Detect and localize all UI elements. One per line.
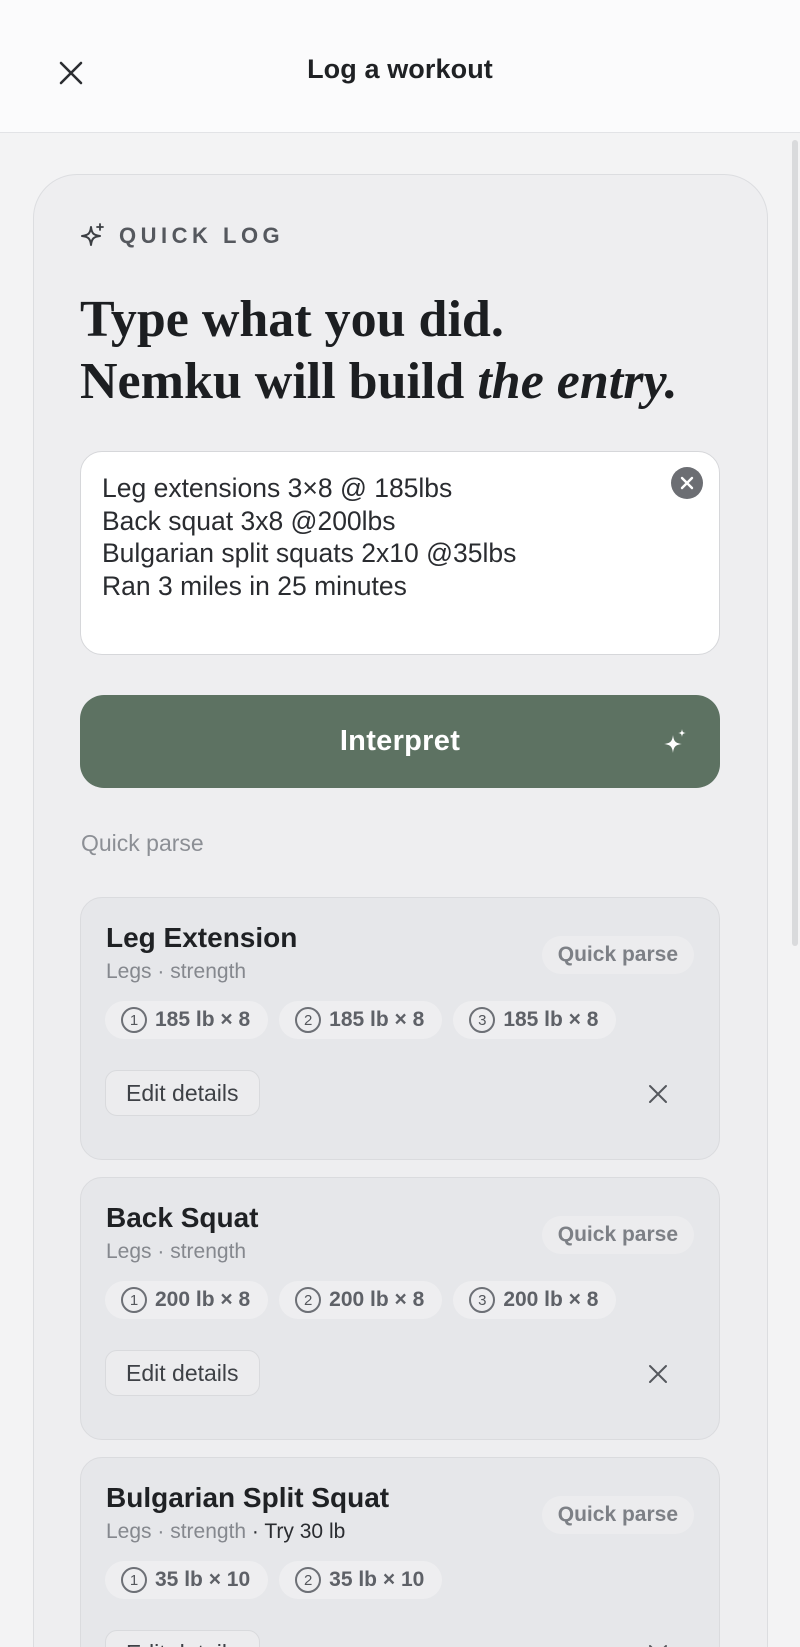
exercise-card: Back Squat Legs · strength Quick parse 1…: [80, 1177, 720, 1440]
edit-details-button[interactable]: Edit details: [105, 1630, 260, 1647]
sparkle-icon: [664, 729, 686, 753]
app-header: Log a workout: [0, 0, 800, 133]
workout-text-input[interactable]: Leg extensions 3×8 @ 185lbs Back squat 3…: [80, 451, 720, 655]
clear-icon: [680, 476, 694, 490]
set-label: 185 lb × 8: [329, 1008, 425, 1031]
set-label: 185 lb × 8: [503, 1008, 599, 1031]
parse-badge: Quick parse: [541, 1216, 694, 1254]
exercise-card: Leg Extension Legs · strength Quick pars…: [80, 897, 720, 1160]
set-chip[interactable]: 2 200 lb × 8: [279, 1281, 443, 1319]
remove-exercise-button[interactable]: [645, 1641, 671, 1647]
exercise-meta: Legs · strength: [106, 1240, 246, 1264]
interpret-button[interactable]: Interpret: [80, 695, 720, 788]
set-chip[interactable]: 1 35 lb × 10: [105, 1561, 269, 1599]
exercise-category: Legs · strength: [106, 1240, 247, 1263]
exercise-name: Back Squat: [106, 1202, 259, 1233]
set-label: 200 lb × 8: [329, 1288, 425, 1311]
headline-line-2-prefix: Nemku will build: [80, 353, 478, 410]
exercise-category: Legs · strength: [106, 1520, 247, 1543]
close-icon: [649, 1365, 667, 1383]
workout-text-value[interactable]: Leg extensions 3×8 @ 185lbs Back squat 3…: [102, 472, 649, 602]
headline-line-1: Type what you did.: [80, 291, 504, 348]
set-number-icon: 2: [295, 1007, 322, 1033]
headline-line-2: Nemku will build the entry.: [80, 351, 730, 413]
exercise-card: Bulgarian Split Squat Legs · strength · …: [80, 1457, 720, 1647]
set-number-icon: 3: [469, 1287, 496, 1313]
page-title: Log a workout: [307, 54, 493, 84]
scrollbar[interactable]: [792, 140, 798, 946]
sparkle-icon: [81, 223, 104, 246]
exercise-name: Bulgarian Split Squat: [106, 1482, 390, 1513]
clear-input-button[interactable]: [671, 467, 703, 499]
headline-emphasis: the entry.: [477, 353, 678, 410]
set-label: 200 lb × 8: [503, 1288, 599, 1311]
set-chip[interactable]: 3 185 lb × 8: [453, 1001, 617, 1039]
set-chip[interactable]: 2 185 lb × 8: [279, 1001, 443, 1039]
set-label: 185 lb × 8: [155, 1008, 251, 1031]
eyebrow-label: QUICK LOG: [119, 223, 285, 248]
remove-exercise-button[interactable]: [645, 1361, 671, 1387]
set-label: 200 lb × 8: [155, 1288, 251, 1311]
set-list: 1 185 lb × 8 2 185 lb × 8 3 185 lb × 8: [105, 1001, 617, 1039]
quick-log-eyebrow: QUICK LOG: [81, 223, 284, 249]
set-number-icon: 1: [121, 1007, 147, 1033]
set-list: 1 200 lb × 8 2 200 lb × 8 3 200 lb × 8: [105, 1281, 617, 1319]
exercise-meta: Legs · strength · Try 30 lb: [106, 1520, 345, 1544]
parse-badge: Quick parse: [541, 1496, 694, 1534]
exercise-tip: · Try 30 lb: [246, 1520, 346, 1543]
set-list: 1 35 lb × 10 2 35 lb × 10: [105, 1561, 443, 1599]
set-chip[interactable]: 2 35 lb × 10: [279, 1561, 443, 1599]
headline: Type what you did. Nemku will build the …: [80, 289, 730, 413]
exercise-meta: Legs · strength: [106, 960, 246, 984]
set-chip[interactable]: 3 200 lb × 8: [453, 1281, 617, 1319]
edit-details-button[interactable]: Edit details: [105, 1350, 260, 1396]
set-chip[interactable]: 1 185 lb × 8: [105, 1001, 269, 1039]
exercise-category: Legs · strength: [106, 960, 247, 983]
set-number-icon: 2: [295, 1567, 322, 1593]
set-number-icon: 1: [121, 1287, 147, 1313]
set-label: 35 lb × 10: [329, 1568, 425, 1591]
edit-details-button[interactable]: Edit details: [105, 1070, 260, 1116]
interpret-label: Interpret: [339, 725, 461, 757]
set-number-icon: 1: [121, 1567, 147, 1593]
quick-log-card: QUICK LOG Type what you did. Nemku will …: [33, 174, 768, 1647]
remove-exercise-button[interactable]: [645, 1081, 671, 1107]
set-number-icon: 2: [295, 1287, 322, 1313]
set-label: 35 lb × 10: [155, 1568, 251, 1591]
parse-badge: Quick parse: [541, 936, 694, 974]
set-chip[interactable]: 1 200 lb × 8: [105, 1281, 269, 1319]
set-number-icon: 3: [469, 1007, 496, 1033]
exercise-name: Leg Extension: [106, 922, 298, 953]
close-icon: [649, 1085, 667, 1103]
section-label: Quick parse: [81, 830, 204, 856]
